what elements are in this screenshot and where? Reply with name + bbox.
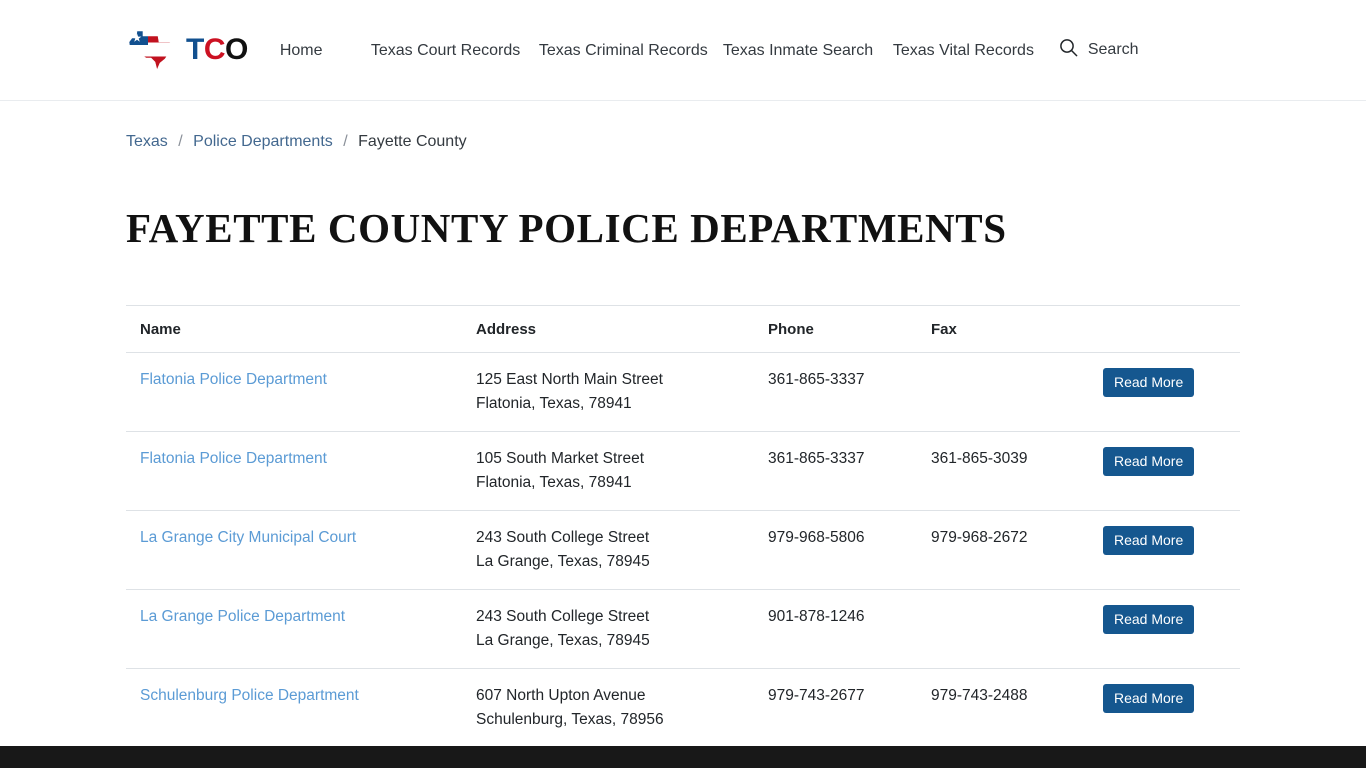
table-header: Name Address Phone Fax <box>126 305 1240 353</box>
column-header-phone: Phone <box>754 305 917 353</box>
cell-fax: 979-968-2672 <box>917 510 1089 590</box>
nav-link-texas-vital-records[interactable]: Texas Vital Records <box>893 38 1053 64</box>
site-footer <box>0 746 1366 768</box>
read-more-button[interactable]: Read More <box>1103 684 1195 713</box>
address-street: 243 South College Street <box>476 608 650 625</box>
cell-name: La Grange City Municipal Court <box>126 510 462 590</box>
cell-name: Flatonia Police Department <box>126 431 462 511</box>
nav-link-texas-criminal-records[interactable]: Texas Criminal Records <box>539 38 723 64</box>
cell-action: Read More <box>1089 431 1240 511</box>
department-link[interactable]: Flatonia Police Department <box>140 450 327 467</box>
nav-item-texas-criminal-records[interactable]: Texas Criminal Records <box>539 38 723 64</box>
brand-letter-c: C <box>203 33 226 66</box>
read-more-button[interactable]: Read More <box>1103 605 1195 634</box>
address-locality: La Grange, Texas, 78945 <box>476 632 650 649</box>
address-street: 243 South College Street <box>476 529 650 546</box>
search-icon <box>1059 38 1078 62</box>
cell-address: 243 South College Street La Grange, Texa… <box>462 510 754 590</box>
breadcrumb: Texas / Police Departments / Fayette Cou… <box>126 101 1240 152</box>
cell-address: 607 North Upton Avenue Schulenburg, Texa… <box>462 669 754 748</box>
table-row: La Grange Police Department 243 South Co… <box>126 589 1240 669</box>
breadcrumb-link-police-departments[interactable]: Police Departments <box>193 133 333 150</box>
breadcrumb-separator: / <box>178 133 183 150</box>
breadcrumb-current-fayette-county: Fayette County <box>358 133 467 150</box>
main-content: Texas / Police Departments / Fayette Cou… <box>126 101 1240 747</box>
nav-link-texas-inmate-search[interactable]: Texas Inmate Search <box>723 38 893 64</box>
cell-action: Read More <box>1089 669 1240 748</box>
cell-address: 243 South College Street La Grange, Texa… <box>462 589 754 669</box>
table-body: Flatonia Police Department 125 East Nort… <box>126 352 1240 748</box>
read-more-button[interactable]: Read More <box>1103 526 1195 555</box>
department-link[interactable]: Flatonia Police Department <box>140 371 327 388</box>
nav-item-texas-vital-records[interactable]: Texas Vital Records <box>893 38 1053 64</box>
table-row: Flatonia Police Department 125 East Nort… <box>126 352 1240 432</box>
cell-phone: 361-865-3337 <box>754 431 917 511</box>
table-row: Schulenburg Police Department 607 North … <box>126 669 1240 748</box>
nav-item-texas-court-records[interactable]: Texas Court Records <box>371 38 539 64</box>
cell-fax: 979-743-2488 <box>931 687 1028 704</box>
page-title: FAYETTE COUNTY POLICE DEPARTMENTS <box>126 205 1007 251</box>
cell-fax: 361-865-3039 <box>917 431 1089 511</box>
breadcrumb-separator: / <box>343 133 348 150</box>
cell-phone: 361-865-3337 <box>754 352 917 432</box>
cell-address: 105 South Market Street Flatonia, Texas,… <box>462 431 754 511</box>
column-header-name: Name <box>126 305 462 353</box>
search-label: Search <box>1087 41 1139 58</box>
brand-wordmark: TCO <box>186 35 248 65</box>
cell-phone: 901-878-1246 <box>754 589 917 669</box>
cell-address: 125 East North Main Street Flatonia, Tex… <box>462 352 754 432</box>
table-row: La Grange City Municipal Court 243 South… <box>126 510 1240 590</box>
read-more-button[interactable]: Read More <box>1103 447 1195 476</box>
department-link[interactable]: Schulenburg Police Department <box>140 687 359 704</box>
address-locality: La Grange, Texas, 78945 <box>476 553 650 570</box>
cell-action: Read More <box>1089 510 1240 590</box>
column-header-action <box>1089 305 1240 353</box>
search-toggle[interactable]: Search <box>1059 38 1139 62</box>
cell-name: Flatonia Police Department <box>126 352 462 432</box>
address-locality: Schulenburg, Texas, 78956 <box>476 711 664 728</box>
brand-letter-o: O <box>225 33 248 66</box>
address-locality: Flatonia, Texas, 78941 <box>476 474 632 491</box>
nav-item-home[interactable]: Home <box>280 38 371 64</box>
cell-phone: 979-968-5806 <box>754 510 917 590</box>
cell-fax <box>917 589 1089 669</box>
address-street: 125 East North Main Street <box>476 371 663 388</box>
cell-name: Schulenburg Police Department <box>126 669 462 748</box>
brand-logo-link[interactable]: TCO <box>126 29 248 71</box>
read-more-button[interactable]: Read More <box>1103 368 1195 397</box>
department-link[interactable]: La Grange City Municipal Court <box>140 529 356 546</box>
cell-phone: 979-743-2677 <box>768 687 865 704</box>
department-link[interactable]: La Grange Police Department <box>140 608 345 625</box>
address-locality: Flatonia, Texas, 78941 <box>476 395 632 412</box>
table-header-row: Name Address Phone Fax <box>126 305 1240 353</box>
texas-flag-state-logo-icon <box>126 29 180 71</box>
brand-letter-t: T <box>186 33 204 66</box>
cell-name: La Grange Police Department <box>126 589 462 669</box>
nav-link-home[interactable]: Home <box>280 38 371 64</box>
breadcrumb-link-texas[interactable]: Texas <box>126 133 168 150</box>
address-street: 607 North Upton Avenue <box>476 687 646 704</box>
table-row: Flatonia Police Department 105 South Mar… <box>126 431 1240 511</box>
column-header-address: Address <box>462 305 754 353</box>
nav-link-texas-court-records[interactable]: Texas Court Records <box>371 38 539 64</box>
address-street: 105 South Market Street <box>476 450 645 467</box>
column-header-fax: Fax <box>917 305 1089 353</box>
cell-fax <box>917 352 1089 432</box>
site-header: TCO Home Texas Court Records Texas Crimi… <box>0 0 1366 101</box>
cell-action: Read More <box>1089 352 1240 432</box>
police-departments-table: Name Address Phone Fax Flatonia Police D… <box>126 305 1240 747</box>
main-navigation: Home Texas Court Records Texas Criminal … <box>280 36 1366 64</box>
cell-action: Read More <box>1089 589 1240 669</box>
nav-item-texas-inmate-search[interactable]: Texas Inmate Search <box>723 38 893 64</box>
